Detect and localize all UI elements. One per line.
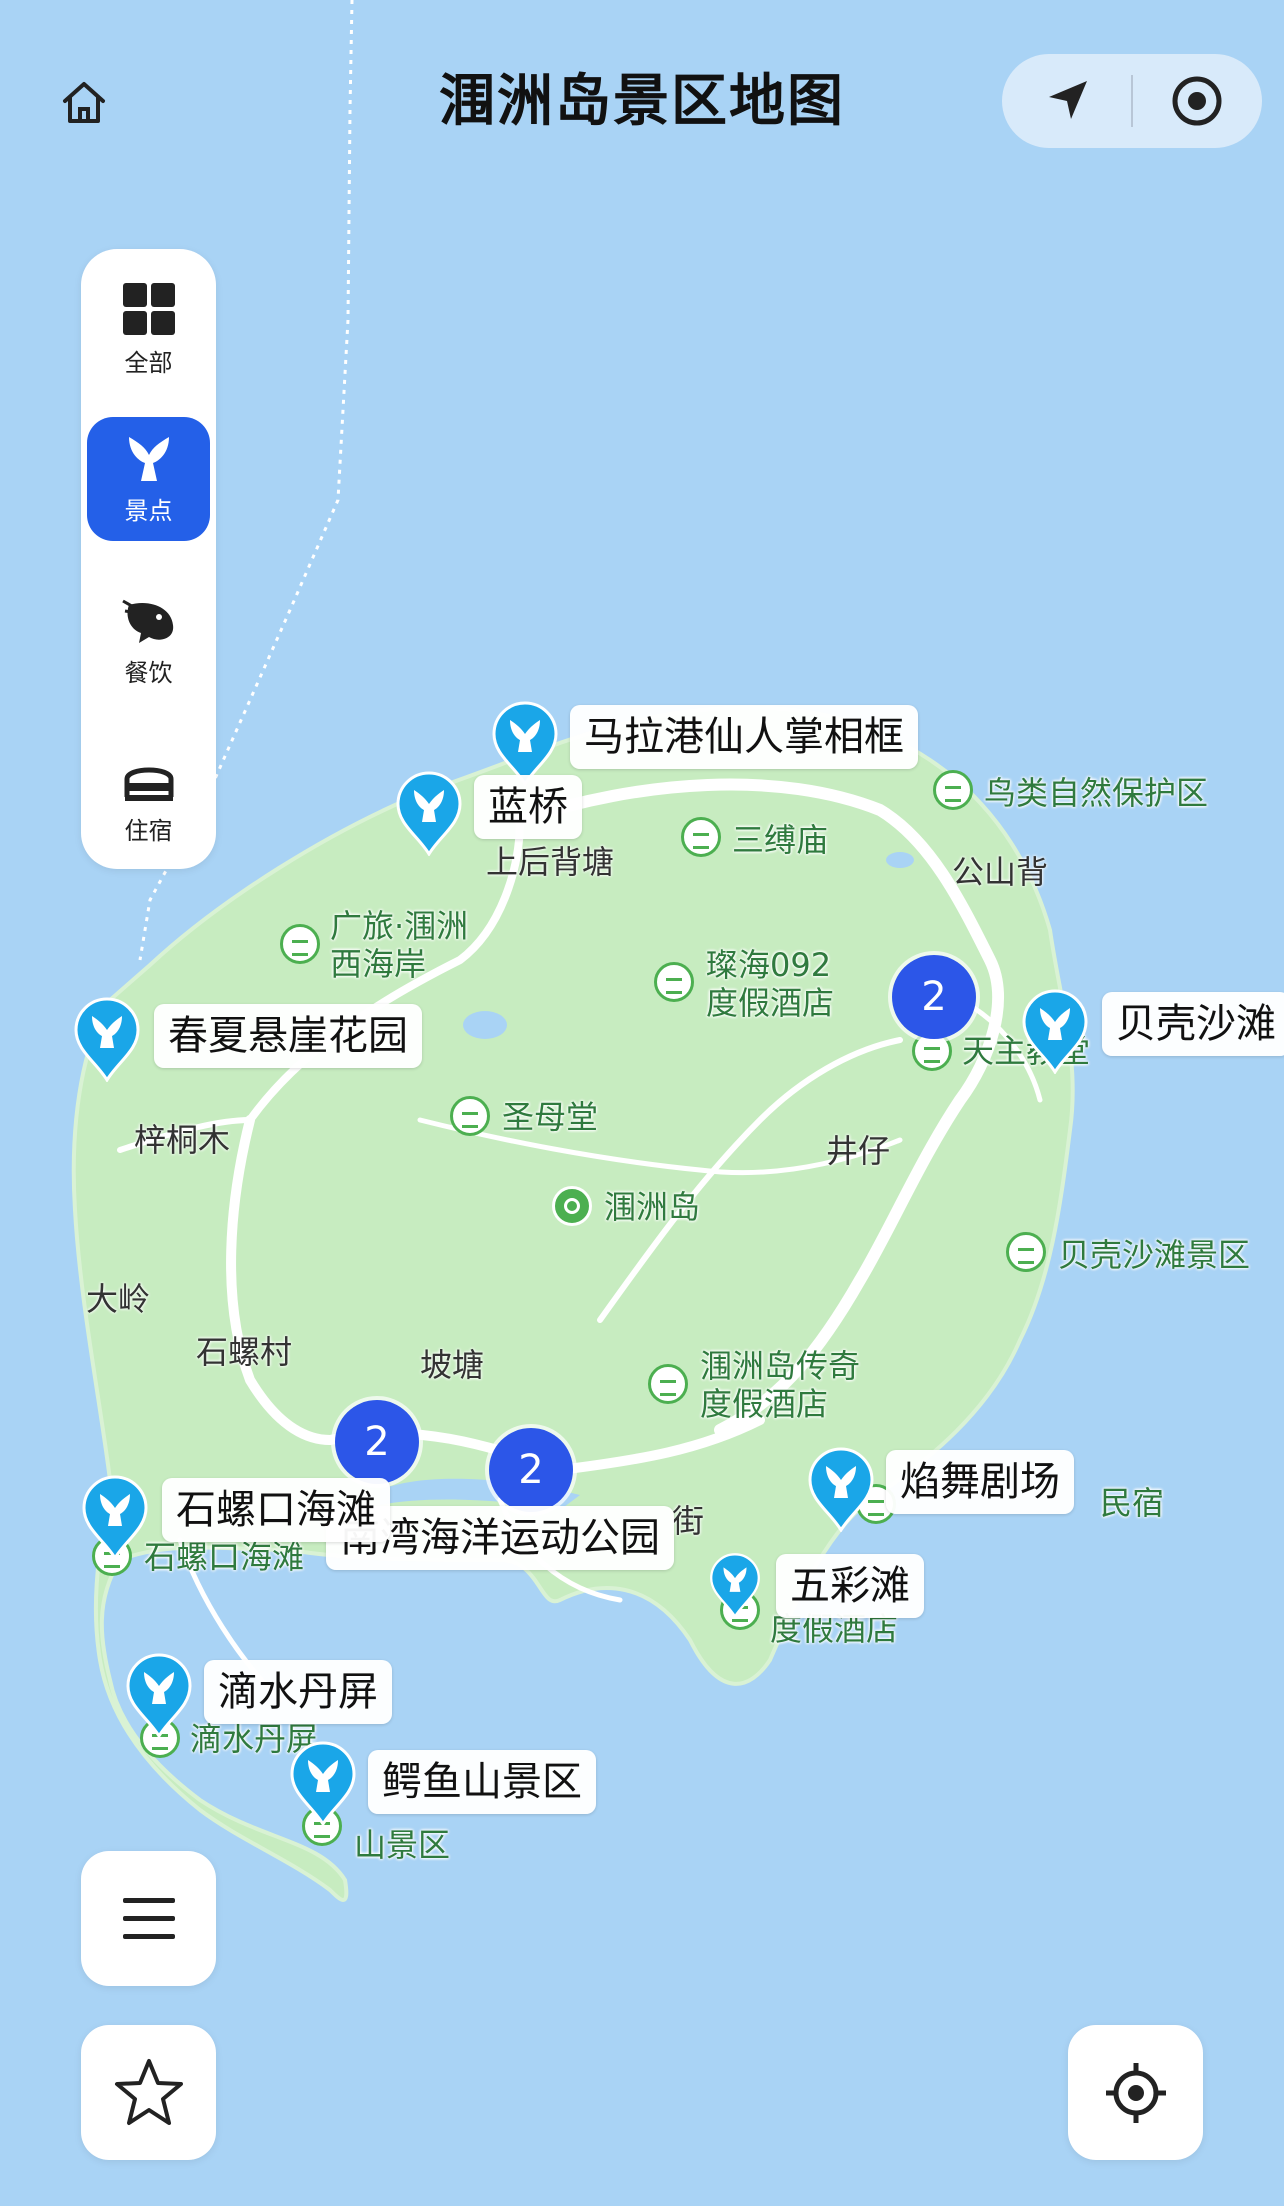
navigate-button[interactable] <box>1002 54 1131 148</box>
poi-icon[interactable] <box>648 1364 688 1404</box>
scenic-pin-label[interactable]: 焰舞剧场 <box>886 1450 1074 1514</box>
target-record-icon <box>1172 76 1222 126</box>
star-icon <box>114 2058 183 2125</box>
category-label: 餐饮 <box>124 658 173 687</box>
locate-button[interactable] <box>1068 2025 1203 2160</box>
cluster-marker[interactable]: 2 <box>335 1400 419 1484</box>
navigation-arrow-icon <box>1048 81 1087 119</box>
menu-button[interactable] <box>81 1851 216 1986</box>
locate-crosshair-icon <box>1105 2062 1166 2123</box>
scenic-pin[interactable] <box>80 1474 150 1560</box>
home-button[interactable] <box>52 70 116 134</box>
scenic-pin[interactable] <box>708 1552 762 1618</box>
bed-icon <box>124 767 173 801</box>
poi-icon[interactable] <box>933 770 973 810</box>
scenic-pin-label[interactable]: 滴水丹屏 <box>204 1660 392 1724</box>
category-label: 住宿 <box>124 816 173 845</box>
pond <box>886 852 914 868</box>
scenic-pin[interactable] <box>72 996 142 1082</box>
category-dining[interactable]: 餐饮 <box>87 579 210 703</box>
header-capsule <box>1002 54 1262 148</box>
scenic-pin[interactable] <box>288 1740 358 1826</box>
scenic-pin-label[interactable]: 鳄鱼山景区 <box>368 1750 596 1814</box>
category-lodging[interactable]: 住宿 <box>87 739 210 863</box>
grid-icon <box>122 282 175 335</box>
category-panel: 全部 景点 餐饮 住宿 <box>81 249 216 869</box>
poi-icon[interactable] <box>681 817 721 857</box>
camera-icon[interactable] <box>552 1186 592 1226</box>
scenic-pin-label[interactable]: 贝壳沙滩 <box>1102 992 1284 1056</box>
scenic-pin[interactable] <box>1020 988 1090 1074</box>
scenic-pin-label[interactable]: 蓝桥 <box>474 775 582 839</box>
poi-icon[interactable] <box>450 1096 490 1136</box>
poi-icon[interactable] <box>1006 1232 1046 1272</box>
home-icon <box>63 82 105 123</box>
whale-tail-icon <box>128 436 169 481</box>
pond <box>463 1011 507 1039</box>
poi-icon[interactable] <box>280 924 320 964</box>
scenic-pin[interactable] <box>806 1446 876 1532</box>
category-scenic[interactable]: 景点 <box>87 417 210 541</box>
map-app: 涠洲岛景区地图 全部 景点 餐饮 住宿 上后背塘 公山背 梓桐木 井仔 大岭 石… <box>0 0 1284 2206</box>
scenic-pin[interactable] <box>490 700 560 786</box>
cluster-marker[interactable]: 2 <box>489 1428 573 1512</box>
scenic-pin[interactable] <box>124 1652 194 1738</box>
scenic-pin-label[interactable]: 春夏悬崖花园 <box>154 1004 422 1068</box>
category-label: 全部 <box>124 348 173 377</box>
shrimp-icon <box>121 599 173 643</box>
scenic-pin-label[interactable]: 石螺口海滩 <box>162 1478 390 1542</box>
scenic-pin-label[interactable]: 五彩滩 <box>776 1554 924 1618</box>
cluster-marker[interactable]: 2 <box>892 955 976 1039</box>
scenic-pin[interactable] <box>394 770 464 856</box>
scenic-pin-label[interactable]: 马拉港仙人掌相框 <box>570 705 918 769</box>
favorite-button[interactable] <box>81 2025 216 2160</box>
category-label: 景点 <box>124 496 173 525</box>
category-all[interactable]: 全部 <box>87 267 210 391</box>
poi-icon[interactable] <box>654 962 694 1002</box>
record-button[interactable] <box>1133 54 1262 148</box>
menu-icon <box>122 1897 175 1939</box>
